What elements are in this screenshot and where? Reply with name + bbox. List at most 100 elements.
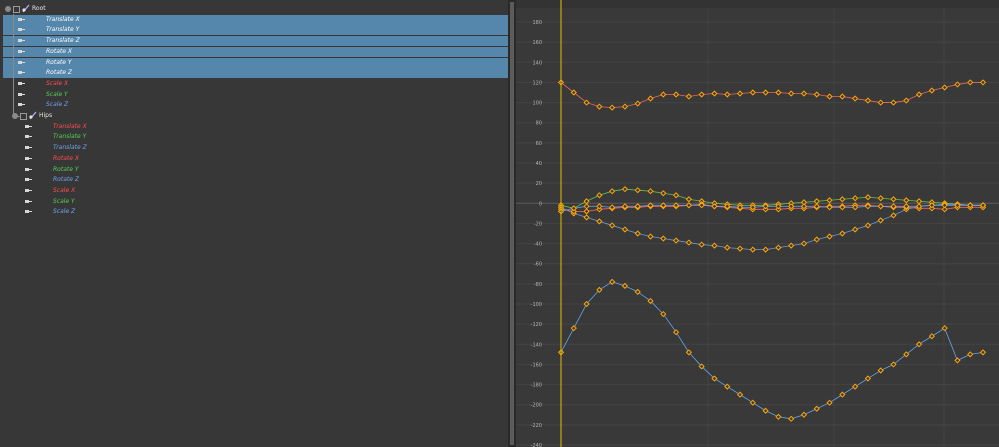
keyframe[interactable] [903, 197, 910, 204]
keyframe[interactable] [621, 226, 629, 233]
keyframe[interactable] [596, 103, 603, 110]
keyframe[interactable] [647, 233, 654, 240]
channel-row-root-scale-z[interactable]: Scale Z [3, 100, 508, 110]
keyframe[interactable] [736, 245, 744, 252]
graph-editor[interactable]: 180 160 140 120 100 80 60 40 20 0 -20 -40 -60 -80 -100… [516, 0, 999, 447]
keyframe[interactable] [979, 349, 987, 356]
keyframe[interactable] [583, 208, 590, 215]
keyframe[interactable] [852, 95, 859, 102]
keyframe[interactable] [724, 91, 731, 98]
keyframe[interactable] [685, 196, 692, 203]
keyframe[interactable] [634, 100, 641, 107]
keyframe[interactable] [762, 89, 769, 96]
keyframe[interactable] [813, 236, 820, 243]
keyframe[interactable] [800, 411, 808, 418]
keyframe[interactable] [890, 196, 897, 203]
keyframe[interactable] [852, 195, 859, 202]
keyframe[interactable] [647, 95, 654, 102]
keyframe[interactable] [775, 244, 782, 251]
channel-row-root-scale-y[interactable]: Scale Y [3, 90, 508, 100]
keyframe[interactable] [890, 99, 897, 106]
keyframe[interactable] [800, 90, 808, 97]
keyframe[interactable] [890, 212, 897, 219]
channel-row-root-translate-x[interactable]: Translate X [3, 14, 508, 25]
keyframe[interactable] [954, 357, 961, 364]
keyframe[interactable] [788, 415, 795, 422]
keyframe[interactable] [736, 391, 744, 398]
keyframe[interactable] [928, 87, 935, 94]
channel-row-hips-translate-y[interactable]: Translate Y [3, 132, 508, 142]
keyframe[interactable] [788, 90, 795, 97]
keyframe[interactable] [609, 104, 616, 111]
keyframe[interactable] [749, 89, 756, 96]
keyframe[interactable] [583, 203, 590, 210]
channel-row-root-rotate-x[interactable]: Rotate X [3, 46, 508, 57]
keyframe[interactable] [877, 203, 884, 210]
keyframe[interactable] [826, 93, 833, 100]
channel-row-root-translate-y[interactable]: Translate Y [3, 25, 508, 36]
keyframe[interactable] [839, 93, 846, 100]
channel-row-hips-rotate-x[interactable]: Rotate X [3, 154, 508, 164]
keyframe[interactable] [928, 333, 935, 340]
keyframe[interactable] [941, 84, 948, 91]
keyframe[interactable] [967, 351, 974, 358]
keyframe[interactable] [634, 230, 641, 237]
keyframe[interactable] [672, 237, 680, 244]
keyframe[interactable] [813, 405, 820, 412]
keyframe[interactable] [775, 89, 782, 96]
keyframe[interactable] [877, 217, 884, 224]
keyframe[interactable] [672, 192, 680, 199]
outliner-scrollbar[interactable] [510, 2, 514, 445]
channel-row-hips-scale-y[interactable]: Scale Y [3, 197, 508, 207]
keyframe[interactable] [685, 239, 692, 246]
channel-row-hips-translate-z[interactable]: Translate Z [3, 143, 508, 153]
collapse-box-icon[interactable] [20, 113, 27, 120]
time-ruler[interactable] [516, 0, 999, 8]
keyframe[interactable] [621, 186, 629, 193]
keyframe[interactable] [660, 91, 667, 98]
keyframe[interactable] [839, 196, 846, 203]
channel-row-hips-scale-x[interactable]: Scale X [3, 186, 508, 196]
channel-row-root-rotate-z[interactable]: Rotate Z [3, 68, 508, 79]
expand-toggle-icon[interactable] [5, 6, 11, 12]
keyframe[interactable] [941, 325, 948, 332]
keyframe[interactable] [583, 214, 590, 221]
keyframe[interactable] [979, 79, 987, 86]
keyframe[interactable] [877, 99, 884, 106]
keyframe[interactable] [685, 93, 692, 100]
keyframe[interactable] [698, 241, 705, 248]
channel-row-hips-scale-z[interactable]: Scale Z [3, 207, 508, 217]
keyframe[interactable] [775, 413, 782, 420]
keyframe[interactable] [621, 103, 629, 110]
keyframe[interactable] [813, 91, 820, 98]
channel-row-root-rotate-y[interactable]: Rotate Y [3, 57, 508, 68]
keyframe[interactable] [877, 195, 884, 202]
outliner-node-hips[interactable]: Hips [3, 111, 508, 121]
keyframe[interactable] [570, 325, 577, 332]
keyframe[interactable] [826, 197, 833, 204]
keyframe[interactable] [609, 188, 616, 195]
channel-row-hips-rotate-z[interactable]: Rotate Z [3, 175, 508, 185]
keyframe[interactable] [762, 246, 769, 253]
keyframe[interactable] [660, 235, 667, 242]
keyframe[interactable] [660, 190, 667, 197]
keyframe[interactable] [749, 246, 756, 253]
graph-canvas[interactable]: 180 160 140 120 100 80 60 40 20 0 -20 -40 -60 -80 -100… [516, 0, 999, 447]
channel-row-root-scale-x[interactable]: Scale X [3, 79, 508, 89]
curve-rotate-y[interactable] [560, 281, 984, 420]
channel-row-hips-rotate-y[interactable]: Rotate Y [3, 165, 508, 175]
keyframe[interactable] [711, 90, 718, 97]
keyframe[interactable] [672, 91, 680, 98]
keyframe[interactable] [736, 90, 744, 97]
keyframe[interactable] [864, 375, 872, 382]
keyframe[interactable] [967, 79, 974, 86]
keyframe[interactable] [826, 233, 833, 240]
curve-translate-z[interactable] [560, 203, 983, 251]
keyframe[interactable] [800, 240, 808, 247]
channel-row-root-translate-z[interactable]: Translate Z [3, 36, 508, 47]
keyframe[interactable] [724, 244, 731, 251]
outliner-node-root[interactable]: Root [3, 4, 508, 14]
keyframe[interactable] [647, 188, 654, 195]
keyframe[interactable] [839, 391, 846, 398]
keyframe[interactable] [596, 192, 603, 199]
